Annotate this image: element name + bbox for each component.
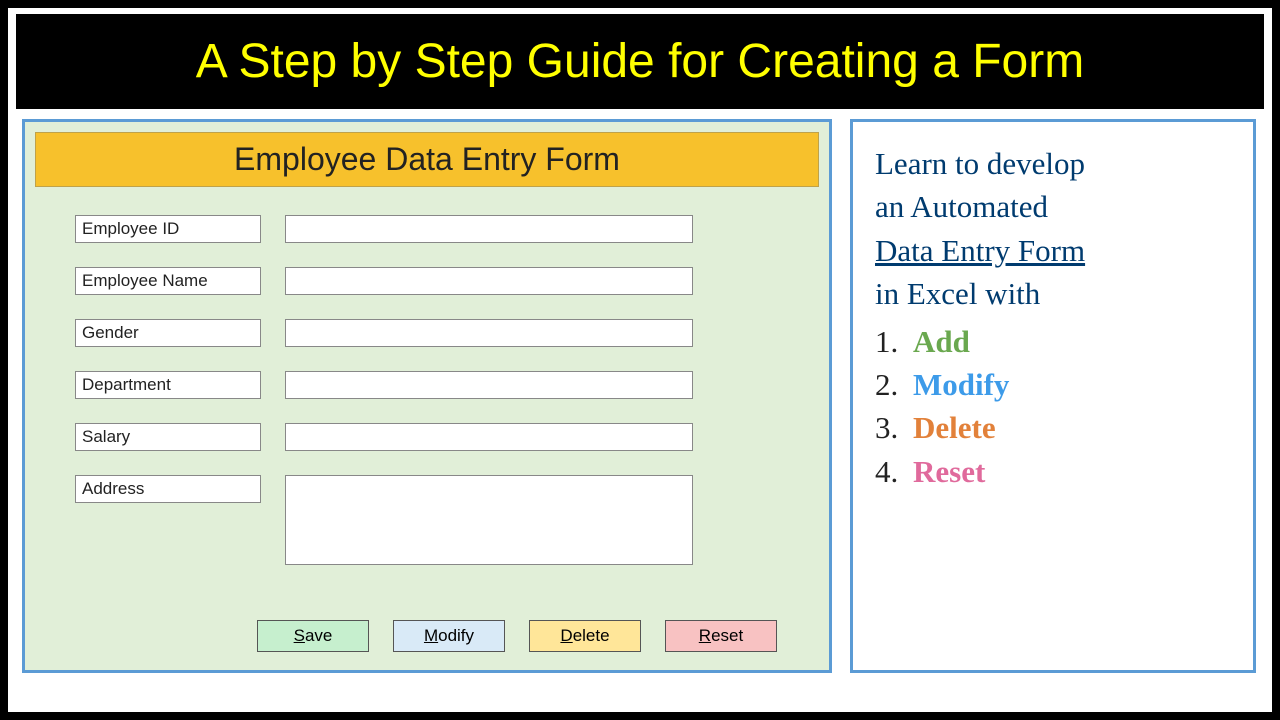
input-address[interactable]: [285, 475, 693, 565]
side-text-1: Learn to develop: [875, 142, 1231, 185]
input-gender[interactable]: [285, 319, 693, 347]
input-salary[interactable]: [285, 423, 693, 451]
form-header: Employee Data Entry Form: [35, 132, 819, 187]
side-text-3: Data Entry Form: [875, 229, 1231, 272]
input-employee-id[interactable]: [285, 215, 693, 243]
delete-button[interactable]: Delete: [529, 620, 641, 652]
label-address: Address: [75, 475, 261, 503]
input-employee-name[interactable]: [285, 267, 693, 295]
input-department[interactable]: [285, 371, 693, 399]
label-employee-name: Employee Name: [75, 267, 261, 295]
side-item-add: 1. Add: [875, 320, 1231, 363]
save-button[interactable]: Save: [257, 620, 369, 652]
side-item-modify: 2. Modify: [875, 363, 1231, 406]
label-gender: Gender: [75, 319, 261, 347]
label-employee-id: Employee ID: [75, 215, 261, 243]
side-panel: Learn to develop an Automated Data Entry…: [850, 119, 1256, 673]
side-item-reset: 4. Reset: [875, 450, 1231, 493]
label-department: Department: [75, 371, 261, 399]
modify-button[interactable]: Modify: [393, 620, 505, 652]
label-salary: Salary: [75, 423, 261, 451]
form-panel: Employee Data Entry Form Employee ID Emp…: [22, 119, 832, 673]
page-title: A Step by Step Guide for Creating a Form: [16, 14, 1264, 109]
side-list: 1. Add 2. Modify 3. Delete 4. Reset: [875, 320, 1231, 494]
side-text-4: in Excel with: [875, 272, 1231, 315]
side-text-2: an Automated: [875, 185, 1231, 228]
side-item-delete: 3. Delete: [875, 406, 1231, 449]
reset-button[interactable]: Reset: [665, 620, 777, 652]
